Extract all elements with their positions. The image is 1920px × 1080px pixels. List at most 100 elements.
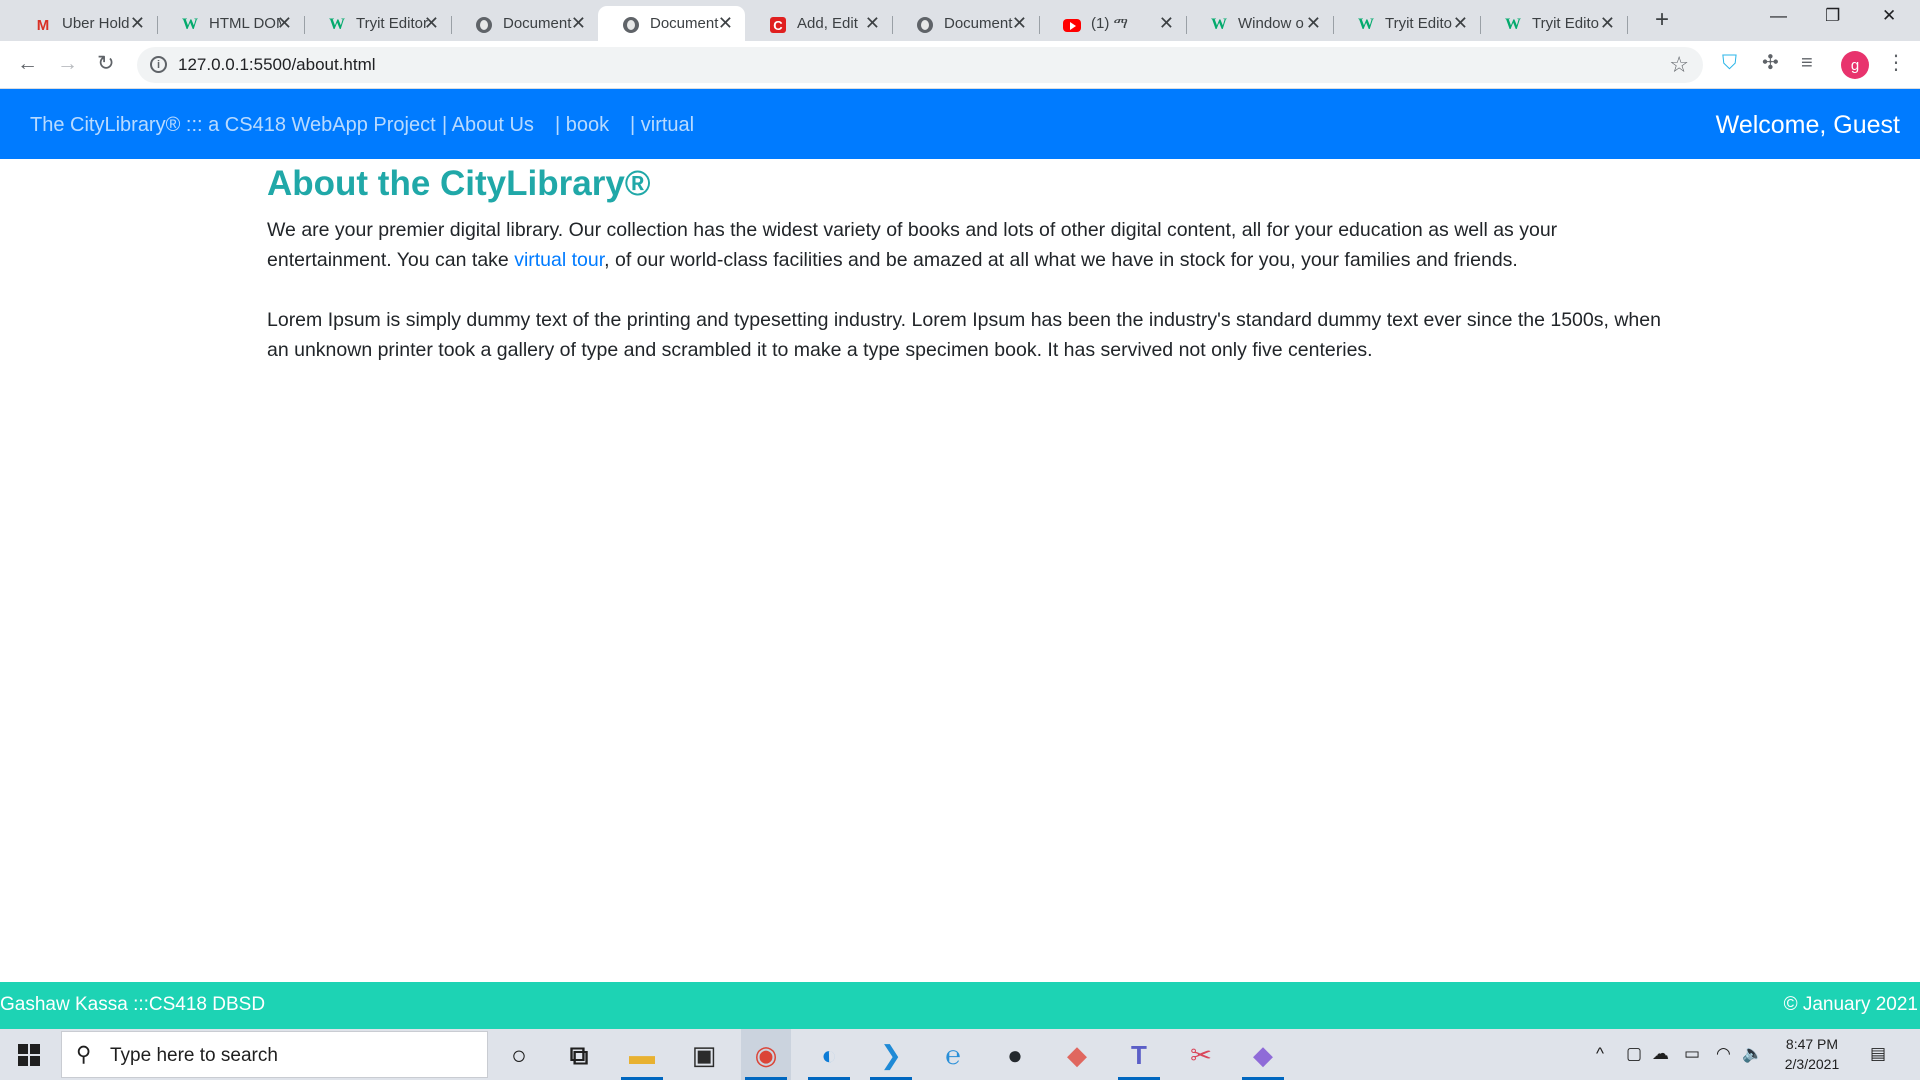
tab-close-icon[interactable]: ✕	[865, 13, 880, 33]
minimize-button[interactable]: —	[1770, 6, 1787, 26]
browser-tab[interactable]: Document ✕	[892, 6, 1040, 41]
site-info-icon[interactable]: i	[150, 56, 167, 73]
browser-tab[interactable]: M Uber Hold ✕	[10, 6, 158, 41]
tab-title: Tryit Edito	[1385, 15, 1452, 32]
gmail-icon: M	[36, 16, 50, 34]
w3schools-icon: W	[1358, 16, 1374, 33]
wifi-icon[interactable]: ◠	[1716, 1044, 1731, 1064]
new-tab-button[interactable]: +	[1655, 8, 1669, 32]
tab-close-icon[interactable]: ✕	[1159, 13, 1174, 33]
tab-title: HTML DOM	[209, 15, 281, 32]
tab-close-icon[interactable]: ✕	[571, 13, 586, 33]
battery-icon[interactable]: ▭	[1684, 1044, 1700, 1064]
tab-title: (1) ማ	[1091, 15, 1128, 32]
snipping-tool-icon[interactable]: ✂	[1176, 1029, 1226, 1080]
globe-icon	[916, 17, 934, 33]
forward-button[interactable]: →	[57, 52, 78, 76]
snipping-tool-icon-glyph: ✂	[1190, 1039, 1212, 1070]
taskbar-clock[interactable]: 8:47 PM 2/3/2021	[1770, 1034, 1854, 1074]
footer-copyright: © January 2021	[1783, 994, 1918, 1015]
file-explorer-icon-glyph: ▬	[629, 1039, 655, 1070]
tab-close-icon[interactable]: ✕	[1012, 13, 1027, 33]
main-content: About the CityLibrary® We are your premi…	[267, 159, 1667, 365]
browser-tab[interactable]: W Tryit Edito ✕	[1480, 6, 1628, 41]
virtual-tour-link[interactable]: virtual tour	[514, 249, 604, 271]
intro-text-after: , of our world-class facilities and be a…	[604, 249, 1518, 271]
task-view-icon[interactable]: ⧉	[554, 1029, 604, 1080]
w3schools-icon: W	[329, 16, 345, 33]
extension-icon[interactable]: ⛉	[1722, 51, 1737, 75]
browser-toolbar: ← → ↻ i 127.0.0.1:5500/about.html ☆ ⛉ ✣ …	[0, 41, 1920, 89]
reload-button[interactable]: ↻	[97, 52, 115, 76]
browser-tab[interactable]: W Tryit Editor ✕	[304, 6, 452, 41]
tab-close-icon[interactable]: ✕	[1453, 13, 1468, 33]
site-footer: Gashaw Kassa :::CS418 DBSD © January 202…	[0, 982, 1920, 1029]
tab-close-icon[interactable]: ✕	[1306, 13, 1321, 33]
task-view-icon-glyph: ⧉	[569, 1039, 589, 1070]
url-text[interactable]: 127.0.0.1:5500/about.html	[178, 55, 376, 75]
nav-link-virtual[interactable]: | virtual	[630, 113, 694, 137]
tab-close-icon[interactable]: ✕	[1600, 13, 1615, 33]
git-kraken-icon[interactable]: ◆	[1052, 1029, 1102, 1080]
git-client-icon[interactable]: ◆	[1238, 1029, 1288, 1080]
windows-taskbar: ⚲ Type here to search ○ ⧉ ▬ ▣ ◉ ◐ ❯ ℮ ● ◆ T ✂ ◆ ^ ▢ …	[0, 1029, 1920, 1080]
w3schools-icon: W	[182, 16, 198, 33]
cortana-icon[interactable]: ○	[494, 1029, 544, 1080]
address-bar[interactable]: i 127.0.0.1:5500/about.html ☆	[137, 47, 1703, 83]
nav-link-about-us[interactable]: | About Us	[442, 113, 534, 137]
nav-link-book[interactable]: | book	[555, 113, 609, 137]
volume-icon[interactable]: 🔈	[1742, 1044, 1763, 1064]
extensions-puzzle-icon[interactable]: ✣	[1762, 51, 1779, 75]
browser-tab[interactable]: Document ✕	[598, 6, 745, 41]
chrome-icon-glyph: ◉	[754, 1039, 778, 1070]
browser-tab-strip: M Uber Hold ✕ W HTML DOM ✕ W Tryit Editor ✕ Docum…	[0, 0, 1920, 41]
tab-close-icon[interactable]: ✕	[424, 13, 439, 33]
search-icon: ⚲	[76, 1043, 92, 1066]
tab-close-icon[interactable]: ✕	[277, 13, 292, 33]
teams-icon[interactable]: T	[1114, 1029, 1164, 1080]
restore-button[interactable]: ❐	[1825, 6, 1840, 26]
taskbar-search-box[interactable]: ⚲ Type here to search	[61, 1031, 488, 1078]
tray-chevron-icon[interactable]: ^	[1596, 1044, 1604, 1064]
site-brand[interactable]: The CityLibrary® ::: a CS418 WebApp Proj…	[30, 113, 436, 137]
media-control-icon[interactable]: ≡	[1801, 51, 1813, 75]
tab-separator	[1627, 16, 1628, 34]
browser-tab[interactable]: Document ✕	[451, 6, 598, 41]
back-button[interactable]: ←	[17, 52, 38, 76]
browser-menu-icon[interactable]: ⋮	[1886, 51, 1906, 75]
browser-tab[interactable]: (1) ማ ✕	[1039, 6, 1187, 41]
tab-title: Tryit Editor	[356, 15, 428, 32]
onedrive-cloud-icon[interactable]: ☁	[1652, 1044, 1669, 1064]
browser-tab[interactable]: C Add, Edit ✕	[745, 6, 893, 41]
w3schools-icon: W	[1211, 16, 1227, 33]
tab-close-icon[interactable]: ✕	[718, 13, 733, 33]
browser-tab[interactable]: W Window o ✕	[1186, 6, 1334, 41]
store-icon[interactable]: ▣	[679, 1029, 729, 1080]
start-windows-icon[interactable]	[18, 1044, 40, 1066]
github-icon-glyph: ●	[1007, 1039, 1023, 1070]
tab-close-icon[interactable]: ✕	[130, 13, 145, 33]
notifications-icon[interactable]: ▤	[1870, 1044, 1886, 1064]
bookmark-star-icon[interactable]: ☆	[1669, 52, 1689, 78]
store-icon-glyph: ▣	[691, 1039, 717, 1070]
github-icon[interactable]: ●	[990, 1029, 1040, 1080]
file-explorer-icon[interactable]: ▬	[617, 1029, 667, 1080]
git-kraken-icon-glyph: ◆	[1067, 1039, 1087, 1070]
teams-icon-glyph: T	[1131, 1039, 1147, 1070]
browser-tab[interactable]: W Tryit Edito ✕	[1333, 6, 1481, 41]
chrome-icon[interactable]: ◉	[741, 1029, 791, 1080]
tab-title: Document	[650, 15, 719, 32]
w3schools-icon: W	[1505, 16, 1521, 33]
vscode-icon[interactable]: ❯	[866, 1029, 916, 1080]
edge-icon-glyph: ◐	[821, 1039, 837, 1070]
browser-tab[interactable]: W HTML DOM ✕	[157, 6, 305, 41]
internet-explorer-icon[interactable]: ℮	[928, 1029, 978, 1080]
edge-icon[interactable]: ◐	[804, 1029, 854, 1080]
intro-paragraph: We are your premier digital library. Our…	[267, 215, 1667, 275]
meet-now-icon[interactable]: ▢	[1626, 1044, 1642, 1064]
c-icon: C	[769, 17, 787, 33]
profile-avatar[interactable]: g	[1841, 51, 1869, 79]
tab-title: Document	[944, 15, 1013, 32]
lorem-paragraph: Lorem Ipsum is simply dummy text of the …	[267, 309, 1661, 361]
window-close-button[interactable]: ✕	[1882, 6, 1896, 26]
